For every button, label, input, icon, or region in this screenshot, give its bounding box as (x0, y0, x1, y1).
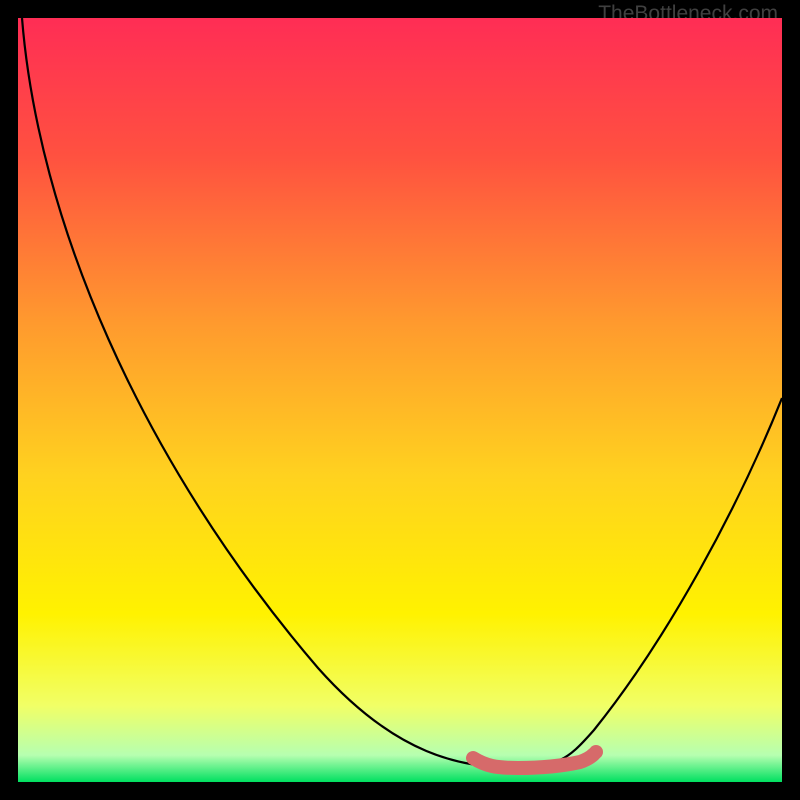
chart-svg (18, 18, 782, 782)
gradient-background (18, 18, 782, 782)
highlight-dot (589, 745, 603, 759)
chart-frame (18, 18, 782, 782)
